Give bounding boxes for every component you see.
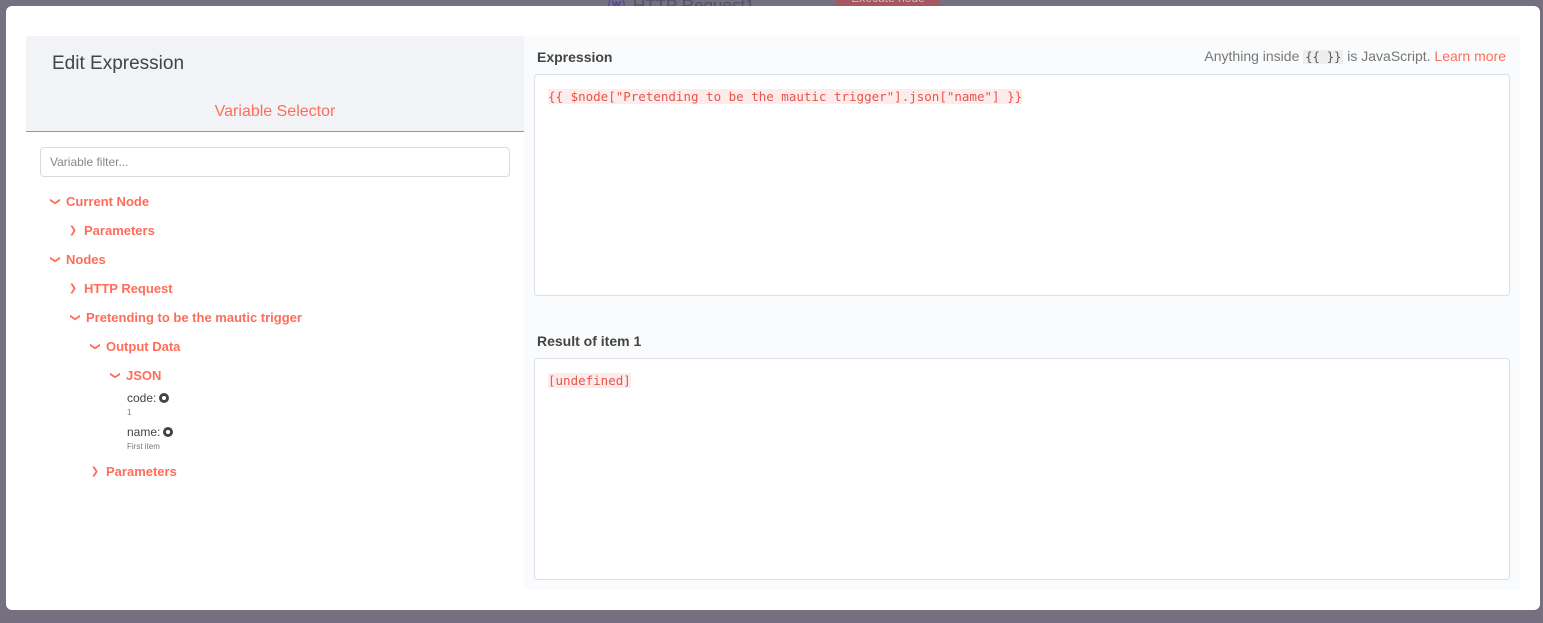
- variable-key: name:: [127, 425, 161, 439]
- tree-item-mautic-trigger[interactable]: ❯ Pretending to be the mautic trigger: [68, 310, 302, 325]
- insert-variable-icon[interactable]: [159, 393, 170, 403]
- variable-filter-input[interactable]: [40, 147, 510, 177]
- chevron-down-icon: ❯: [109, 371, 121, 380]
- tree-label: Parameters: [84, 223, 155, 238]
- chevron-right-icon: ❯: [90, 466, 100, 477]
- variable-value: First item: [127, 442, 160, 451]
- expression-label: Expression: [537, 49, 613, 65]
- variable-value: 1: [127, 408, 132, 417]
- result-label: Result of item 1: [537, 333, 642, 349]
- variable-name[interactable]: name:: [127, 425, 174, 439]
- expression-text: {{ $node["Pretending to be the mautic tr…: [548, 89, 1023, 104]
- chevron-right-icon: ❯: [68, 225, 78, 236]
- variable-key: code:: [127, 391, 157, 405]
- tree-item-json[interactable]: ❯ JSON: [108, 368, 162, 383]
- tree-label: JSON: [126, 368, 162, 383]
- tree-label: HTTP Request: [84, 281, 173, 296]
- learn-more-link[interactable]: Learn more: [1434, 48, 1506, 64]
- tree-item-current-node[interactable]: ❯ Current Node: [48, 194, 150, 209]
- chevron-down-icon: ❯: [49, 197, 61, 206]
- javascript-hint: Anything inside {{ }} is JavaScript. Lea…: [1204, 48, 1506, 64]
- hint-text: is JavaScript.: [1347, 48, 1431, 64]
- hint-code: {{ }}: [1303, 50, 1344, 64]
- chevron-right-icon: ❯: [68, 283, 78, 294]
- variable-code[interactable]: code:: [127, 391, 170, 405]
- variable-selector-panel: Edit Expression Variable Selector ❯ Curre…: [26, 36, 524, 590]
- tree-item-http-request[interactable]: ❯ HTTP Request: [66, 281, 173, 296]
- tree-item-nodes[interactable]: ❯ Nodes: [48, 252, 106, 267]
- expression-editor[interactable]: {{ $node["Pretending to be the mautic tr…: [534, 74, 1510, 296]
- tree-item-current-parameters[interactable]: ❯ Parameters: [66, 223, 155, 238]
- tree-label: Pretending to be the mautic trigger: [86, 310, 302, 325]
- tree-label: Nodes: [66, 252, 106, 267]
- chevron-down-icon: ❯: [89, 342, 101, 351]
- tree-label: Output Data: [106, 339, 181, 354]
- tree-item-output-data[interactable]: ❯ Output Data: [88, 339, 181, 354]
- chevron-down-icon: ❯: [69, 313, 81, 322]
- dialog-title: Edit Expression: [52, 53, 185, 74]
- hint-text: Anything inside: [1204, 48, 1300, 64]
- edit-expression-dialog: Edit Expression Variable Selector ❯ Curre…: [6, 6, 1540, 610]
- tree-item-mautic-parameters[interactable]: ❯ Parameters: [88, 464, 177, 479]
- result-output: [undefined]: [534, 358, 1510, 580]
- insert-variable-icon[interactable]: [163, 427, 174, 437]
- chevron-down-icon: ❯: [49, 255, 61, 264]
- result-text: [undefined]: [548, 373, 631, 388]
- tree-label: Parameters: [106, 464, 177, 479]
- tab-variable-selector[interactable]: Variable Selector: [26, 103, 524, 121]
- expression-panel: Expression Anything inside {{ }} is Java…: [524, 36, 1520, 590]
- dialog-header: Edit Expression Variable Selector: [26, 36, 524, 132]
- tree-label: Current Node: [66, 194, 150, 209]
